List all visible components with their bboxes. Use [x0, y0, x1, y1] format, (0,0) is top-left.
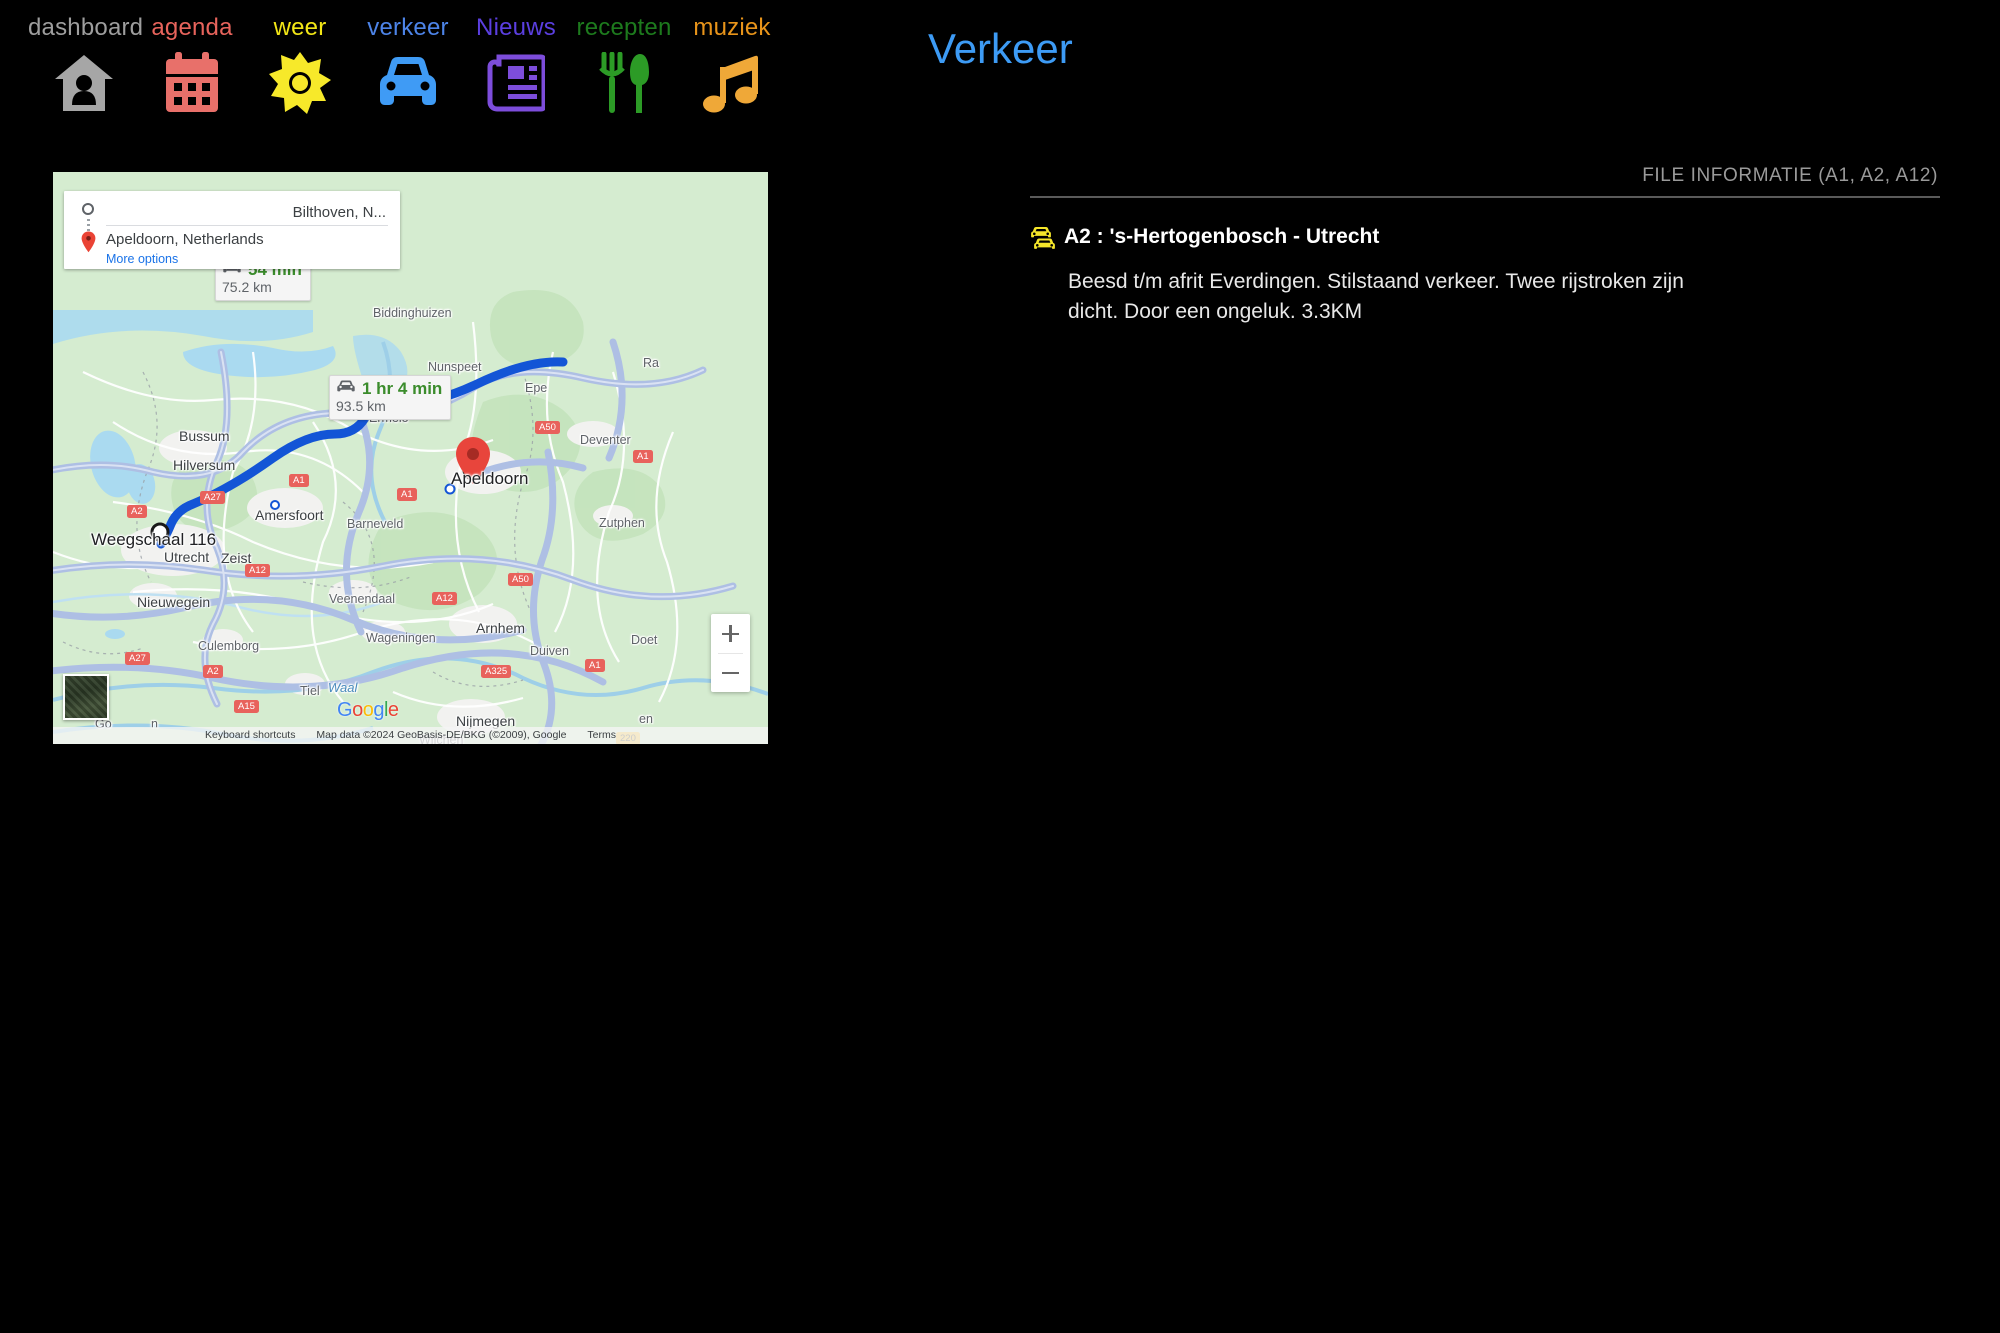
traffic-panel-divider — [1030, 196, 1940, 198]
google-logo-g1: G — [337, 699, 353, 721]
nav-item-nieuws[interactable]: Nieuws — [460, 14, 572, 114]
route-distance: 93.5 km — [336, 398, 386, 414]
map-attribution-bar: Keyboard shortcuts Map data ©2024 GeoBas… — [53, 727, 768, 744]
route-duration: 1 hr 4 min — [362, 379, 443, 398]
nav-item-weer[interactable]: weer — [244, 14, 356, 114]
google-logo-o1: o — [352, 699, 363, 721]
terms-link[interactable]: Terms — [587, 727, 616, 744]
traffic-item-description: Beesd t/m afrit Everdingen. Stilstaand v… — [1068, 270, 1684, 323]
directions-card[interactable]: Bilthoven, N... Apeldoorn, Netherlands M… — [64, 191, 400, 269]
nav-item-recepten[interactable]: recepten — [568, 14, 680, 114]
more-options-link[interactable]: More options — [106, 252, 178, 266]
destination-input[interactable]: Apeldoorn, Netherlands — [106, 231, 264, 248]
google-map[interactable]: BiddinghuizenNunspeetEpeRaErmeloDeventer… — [53, 172, 768, 744]
traffic-panel-title: FILE INFORMATIE (A1, A2, A12) — [1642, 165, 1938, 186]
google-logo-e: e — [387, 699, 399, 721]
origin-circle-icon — [82, 203, 94, 215]
nav-item-label: recepten — [576, 14, 672, 41]
zoom-in-button[interactable] — [711, 614, 750, 653]
directions-divider — [106, 225, 388, 226]
route-distance: 75.2 km — [222, 279, 272, 295]
traffic-jam-icon — [1030, 226, 1056, 255]
plus-icon-vertical — [729, 625, 732, 642]
origin-target-marker — [150, 522, 170, 542]
destination-pin-icon — [81, 231, 96, 253]
nav-item-verkeer[interactable]: verkeer — [352, 14, 464, 114]
calendar-icon[interactable] — [136, 52, 248, 114]
traffic-information-panel: FILE INFORMATIE (A1, A2, A12) A2: 's-He… — [1030, 165, 1940, 327]
car-icon — [336, 380, 356, 398]
zoom-out-button[interactable] — [711, 653, 750, 692]
keyboard-shortcuts-link[interactable]: Keyboard shortcuts — [205, 727, 295, 744]
nav-item-label: verkeer — [367, 14, 449, 41]
satellite-layer-thumbnail[interactable] — [63, 674, 109, 720]
google-logo-g2: g — [373, 699, 384, 721]
home-icon[interactable] — [28, 52, 140, 114]
nav-item-label: agenda — [151, 14, 233, 41]
nav-item-dashboard[interactable]: dashboard — [28, 14, 144, 114]
music-note-icon[interactable] — [676, 52, 788, 114]
car-icon[interactable] — [352, 52, 464, 114]
route-summary-alternate[interactable]: 1 hr 4 min 93.5 km — [329, 375, 452, 420]
nav-item-muziek[interactable]: muziek — [676, 14, 788, 114]
nav-item-agenda[interactable]: agenda — [136, 14, 248, 114]
google-logo: Google — [337, 699, 399, 722]
nav-item-label: Nieuws — [476, 14, 556, 41]
origin-input[interactable]: Bilthoven, N... — [293, 204, 386, 221]
page-title: Verkeer — [928, 25, 1073, 72]
sun-icon[interactable] — [244, 52, 356, 114]
traffic-item: A2 : 's-Hertogenbosch - Utrecht Beesd t/… — [1030, 224, 1940, 327]
newspaper-icon[interactable] — [460, 52, 572, 114]
minus-icon — [722, 671, 739, 674]
cutlery-icon[interactable] — [568, 52, 680, 114]
nav-item-label: muziek — [693, 14, 771, 41]
map-data-attribution: Map data ©2024 GeoBasis-DE/BKG (©2009), … — [316, 729, 567, 741]
traffic-item-title: A2 : 's-Hertogenbosch - Utrecht — [1064, 225, 1380, 248]
nav-item-label: dashboard — [28, 14, 144, 41]
google-logo-o2: o — [362, 699, 374, 721]
map-zoom-controls[interactable] — [711, 614, 750, 692]
nav-item-label: weer — [273, 14, 327, 41]
